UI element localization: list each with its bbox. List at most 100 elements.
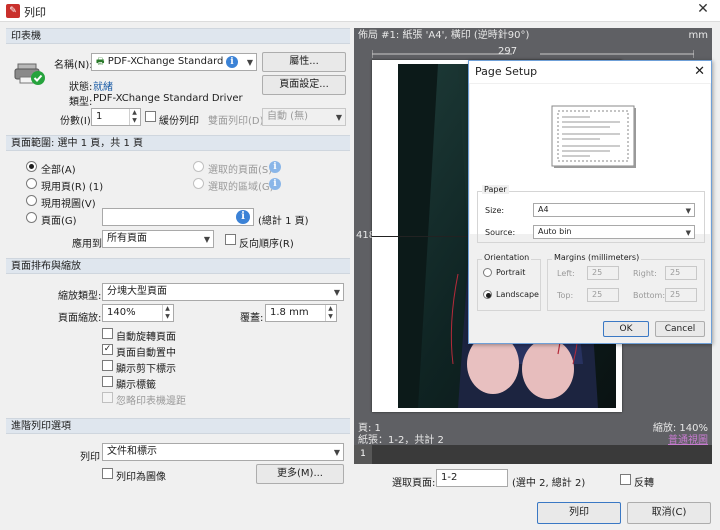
reverse-order-checkbox[interactable]: [225, 234, 236, 245]
preview-layout-title: 佈局 #1: 紙張 'A4', 橫印 (逆時針90°): [358, 30, 530, 41]
paper-size-value: A4: [538, 205, 549, 214]
range-selected-pages-radio[interactable]: [193, 161, 204, 172]
page-thumbnail-strip[interactable]: 1: [354, 445, 712, 464]
chevron-down-icon: ▼: [685, 207, 691, 215]
range-current-view-label: 現用視圖(V): [41, 199, 96, 210]
zoom-stepper[interactable]: 140% ▲ ▼: [102, 304, 174, 322]
selected-pages-info-icon[interactable]: i: [269, 161, 281, 173]
printer-icon: [14, 58, 48, 88]
zoom-value: 140%: [107, 307, 136, 318]
printer-properties-button[interactable]: 屬性...: [262, 52, 346, 72]
ignore-margins-checkbox[interactable]: [102, 392, 113, 403]
margin-top-label: Top:: [557, 291, 574, 300]
spin-arrows-icon[interactable]: ▲ ▼: [129, 109, 139, 125]
range-pages-radio[interactable]: [26, 212, 37, 223]
width-ruler: [372, 46, 694, 58]
range-current-page-label: 現用頁(R) (1): [41, 182, 104, 193]
page-setup-button[interactable]: 頁面設定...: [262, 75, 346, 95]
normal-view-link[interactable]: 普通視圖: [668, 431, 708, 446]
duplex-label: 雙面列印(D): [208, 116, 264, 127]
autocenter-label: 頁面自動置中: [116, 348, 176, 359]
printer-name-value: PDF-XChange Standard: [107, 56, 224, 67]
reverse-checkbox[interactable]: [620, 474, 631, 485]
printer-name-select[interactable]: 🖶 PDF-XChange Standard i ▼: [91, 53, 257, 71]
app-logo-icon: ✎: [6, 4, 20, 18]
reverse-label: 反轉: [634, 478, 654, 489]
chevron-down-icon: ▼: [333, 288, 340, 297]
autorotate-label: 自動旋轉頁面: [116, 332, 176, 343]
range-current-view-radio[interactable]: [26, 195, 37, 206]
chevron-down-icon: ▼: [203, 235, 210, 244]
labels-label: 顯示標籤: [116, 380, 156, 391]
more-options-button[interactable]: 更多(M)...: [256, 464, 344, 484]
landscape-label: Landscape: [496, 290, 539, 299]
ignore-margins-label: 忽略印表機邊距: [116, 396, 186, 407]
pages-info-icon[interactable]: i: [236, 210, 250, 224]
thumbnail-page-1[interactable]: 1: [354, 445, 372, 464]
cutmarks-checkbox[interactable]: [102, 360, 113, 371]
preview-unit: mm: [688, 30, 708, 41]
margin-top-input[interactable]: 25: [587, 288, 619, 302]
preview-header: 佈局 #1: 紙張 'A4', 橫印 (逆時針90°) mm: [354, 28, 712, 44]
reverse-order-label: 反向順序(R): [239, 239, 294, 250]
page-setup-title-text: Page Setup: [475, 65, 538, 78]
close-window-button[interactable]: ✕: [694, 1, 712, 17]
printer-info-icon[interactable]: i: [226, 56, 238, 68]
cancel-button[interactable]: 取消(C): [627, 502, 711, 524]
duplex-value: 自動 (無): [267, 111, 308, 122]
width-dimension: 297: [498, 46, 518, 57]
margin-left-label: Left:: [557, 269, 575, 278]
spin-arrows-icon[interactable]: ▲ ▼: [162, 305, 172, 321]
margin-left-input[interactable]: 25: [587, 266, 619, 280]
preview-sheets-label: 紙張：1-2，共計 2: [358, 435, 444, 446]
select-pages-info: (選中 2, 總計 2): [512, 478, 586, 489]
autocenter-checkbox[interactable]: ✓: [102, 344, 113, 355]
orientation-group: Orientation: [477, 253, 541, 311]
landscape-radio[interactable]: [483, 290, 492, 299]
overlap-value: 1.8 mm: [270, 307, 309, 318]
page-setup-cancel-button[interactable]: Cancel: [655, 321, 705, 337]
duplex-select[interactable]: 自動 (無) ▼: [262, 108, 346, 126]
range-pages-label: 頁面(G): [41, 216, 77, 227]
orientation-group-title: Orientation: [482, 253, 532, 262]
labels-checkbox[interactable]: [102, 376, 113, 387]
copies-stepper[interactable]: 1 ▲ ▼: [91, 108, 141, 126]
autorotate-checkbox[interactable]: [102, 328, 113, 339]
margin-left-value: 25: [592, 268, 603, 277]
paper-source-select[interactable]: Auto bin ▼: [533, 225, 695, 239]
apply-to-select[interactable]: 所有頁面 ▼: [102, 230, 214, 248]
range-selected-area-radio[interactable]: [193, 178, 204, 189]
status-label: 狀態:: [69, 82, 93, 93]
portrait-radio[interactable]: [483, 268, 492, 277]
margin-bottom-label: Bottom:: [633, 291, 666, 300]
page-range-section-header: 頁面範圍: 選中 1 頁，共 1 頁: [6, 135, 350, 151]
close-icon[interactable]: ✕: [694, 61, 705, 83]
apply-to-value: 所有頁面: [107, 233, 147, 244]
range-current-page-radio[interactable]: [26, 178, 37, 189]
range-all-radio[interactable]: [26, 161, 37, 172]
selected-area-info-icon[interactable]: i: [269, 178, 281, 190]
copies-value: 1: [96, 111, 103, 122]
page-setup-title: Page Setup ✕: [469, 61, 711, 83]
pages-input[interactable]: i: [102, 208, 254, 226]
spin-arrows-icon[interactable]: ▲ ▼: [325, 305, 335, 321]
paper-size-select[interactable]: A4 ▼: [533, 203, 695, 217]
overlap-stepper[interactable]: 1.8 mm ▲ ▼: [265, 304, 337, 322]
margin-bottom-input[interactable]: 25: [665, 288, 697, 302]
paper-group-title: Paper: [482, 185, 509, 194]
margin-top-value: 25: [592, 290, 603, 299]
zoom-label: 頁面縮放:: [58, 313, 102, 324]
scale-type-label: 縮放類型:: [58, 291, 102, 302]
page-setup-dialog: Page Setup ✕ Paper Size: A4 ▼ Source: Au…: [468, 60, 712, 344]
print-button[interactable]: 列印: [537, 502, 621, 524]
print-what-select[interactable]: 文件和標示 ▼: [102, 443, 344, 461]
chevron-down-icon: ▼: [333, 448, 340, 457]
type-label: 類型:: [69, 97, 93, 108]
print-as-image-checkbox[interactable]: [102, 468, 113, 479]
scale-type-select[interactable]: 分塊大型頁面 ▼: [102, 283, 344, 301]
select-pages-input[interactable]: 1-2: [436, 469, 508, 487]
margin-right-input[interactable]: 25: [665, 266, 697, 280]
collate-checkbox[interactable]: [145, 111, 156, 122]
page-setup-ok-button[interactable]: OK: [603, 321, 649, 337]
title-bar: ✎ 列印 ✕: [0, 0, 720, 22]
